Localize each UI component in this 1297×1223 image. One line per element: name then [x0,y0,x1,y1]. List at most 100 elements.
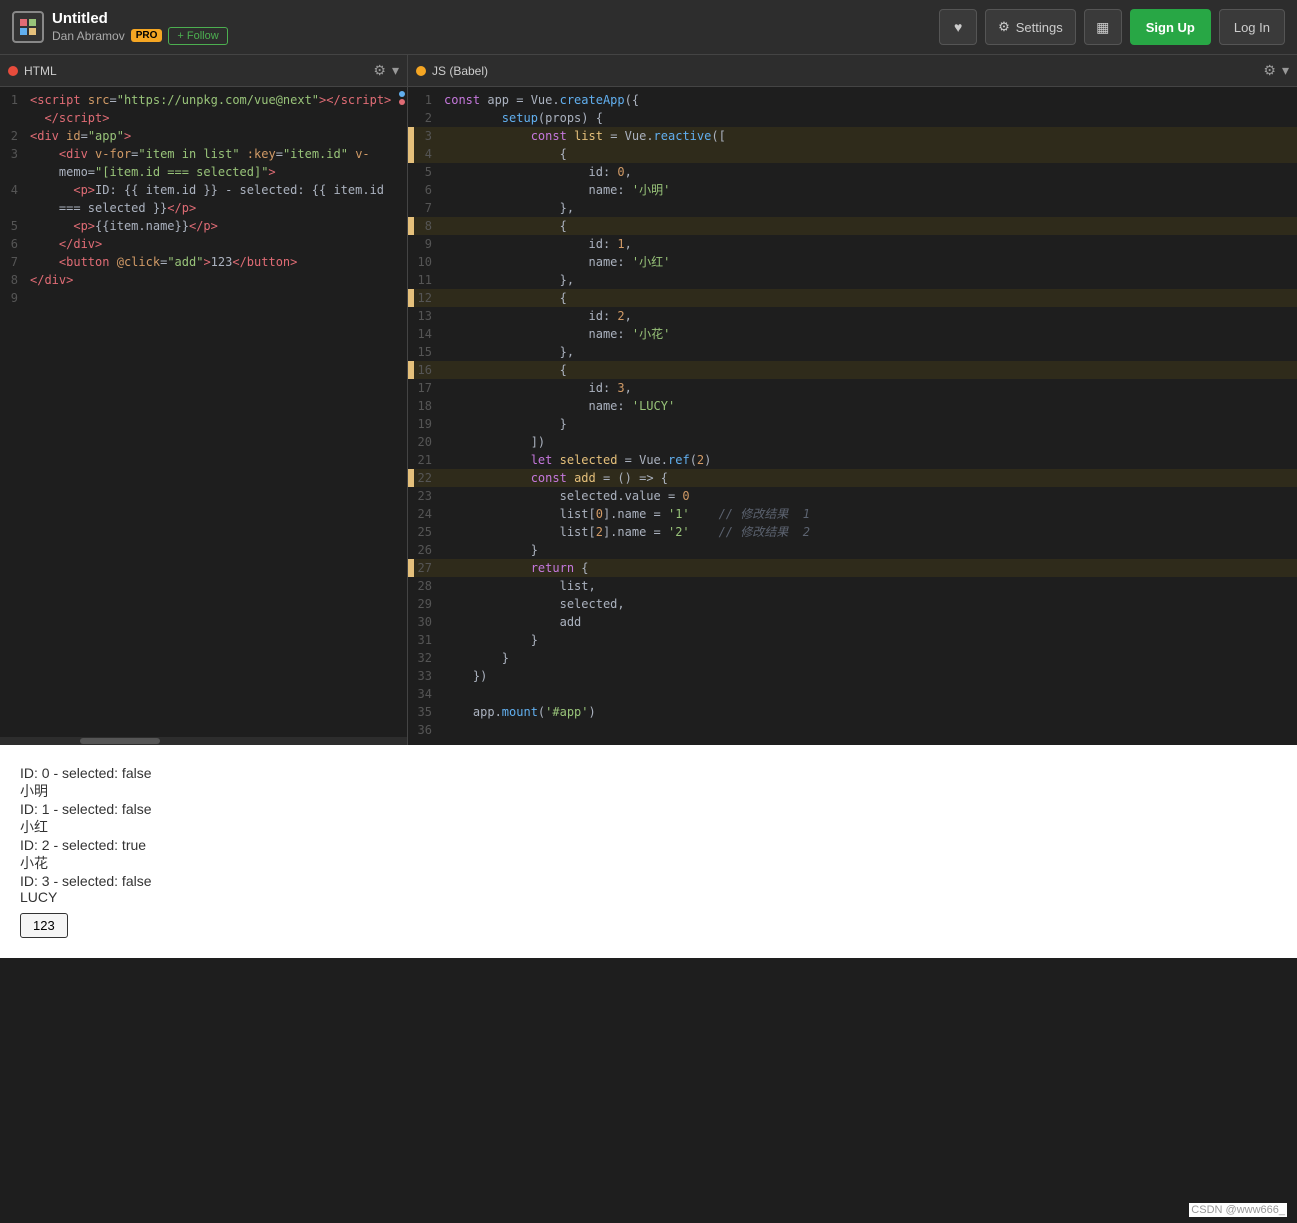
line-content [30,289,407,307]
html-collapse-btn[interactable]: ▾ [392,62,399,79]
editor-container: HTML ⚙ ▾ 1<script src="https://unpkg.com… [0,55,1297,745]
line-number: 10 [414,253,444,271]
grid-button[interactable]: ▦ [1084,9,1122,45]
code-line: memo="[item.id === selected]"> [0,163,407,181]
heart-button[interactable]: ♥ [939,9,977,45]
code-line: 1<script src="https://unpkg.com/vue@next… [0,91,407,109]
code-line: 16 { [408,361,1297,379]
code-line: 9 id: 1, [408,235,1297,253]
code-line: 9 [0,289,407,307]
line-number: 35 [414,703,444,721]
line-number: 9 [0,289,30,307]
code-line: 34 [408,685,1297,703]
js-code-area[interactable]: 1const app = Vue.createApp({2 setup(prop… [408,87,1297,745]
settings-button[interactable]: ⚙ Settings [985,9,1076,45]
code-line: 29 selected, [408,595,1297,613]
line-content: <div v-for="item in list" :key="item.id"… [30,145,407,163]
line-number: 8 [0,271,30,289]
line-content: name: 'LUCY' [444,397,1297,415]
line-content: } [444,541,1297,559]
line-content: }) [444,667,1297,685]
code-line: 23 selected.value = 0 [408,487,1297,505]
code-line: 2<div id="app"> [0,127,407,145]
line-number: 22 [414,469,444,487]
preview-item-id: ID: 0 - selected: false [20,765,1277,781]
line-number: 23 [414,487,444,505]
line-number: 27 [414,559,444,577]
code-line: 24 list[0].name = '1' // 修改结果 1 [408,505,1297,523]
html-label: HTML [24,64,57,78]
code-line: 18 name: 'LUCY' [408,397,1297,415]
html-code-area[interactable]: 1<script src="https://unpkg.com/vue@next… [0,87,407,737]
line-number: 31 [414,631,444,649]
line-content: { [444,361,1297,379]
line-content: memo="[item.id === selected]"> [30,163,407,181]
code-line: </script> [0,109,407,127]
line-number: 15 [414,343,444,361]
html-code-lines: 1<script src="https://unpkg.com/vue@next… [0,91,407,307]
line-number [0,109,30,127]
line-content: { [444,217,1297,235]
line-number: 13 [414,307,444,325]
code-line: 10 name: '小红' [408,253,1297,271]
html-panel-header: HTML ⚙ ▾ [0,55,407,87]
line-content: add [444,613,1297,631]
code-line: 12 { [408,289,1297,307]
line-content: <script src="https://unpkg.com/vue@next"… [30,91,407,109]
line-number: 19 [414,415,444,433]
grid-icon: ▦ [1096,19,1109,36]
line-content: } [444,631,1297,649]
logo-block: Untitled Dan Abramov PRO + Follow [12,10,228,45]
code-line: 11 }, [408,271,1297,289]
line-number: 36 [414,721,444,739]
line-content: }, [444,343,1297,361]
preview-item-id: ID: 1 - selected: false [20,801,1277,817]
code-line: 15 }, [408,343,1297,361]
line-number: 28 [414,577,444,595]
line-content: } [444,649,1297,667]
html-scrollbar[interactable] [0,737,407,745]
header-actions: ♥ ⚙ Settings ▦ Sign Up Log In [939,9,1285,45]
code-line: 22 const add = () => { [408,469,1297,487]
code-line: 3 const list = Vue.reactive([ [408,127,1297,145]
follow-button[interactable]: + Follow [168,27,227,45]
line-content: const list = Vue.reactive([ [444,127,1297,145]
code-line: 32 } [408,649,1297,667]
code-line: 8 { [408,217,1297,235]
line-number: 8 [414,217,444,235]
js-settings-btn[interactable]: ⚙ [1263,62,1276,79]
line-content: const app = Vue.createApp({ [444,91,1297,109]
code-line: 20 ]) [408,433,1297,451]
line-number: 9 [414,235,444,253]
line-content: <p>{{item.name}}</p> [30,217,407,235]
html-panel-title: HTML [8,64,57,78]
code-line: 1const app = Vue.createApp({ [408,91,1297,109]
preview-add-button[interactable]: 123 [20,913,68,938]
html-panel-controls: ⚙ ▾ [373,62,399,79]
html-panel: HTML ⚙ ▾ 1<script src="https://unpkg.com… [0,55,408,745]
line-number: 33 [414,667,444,685]
line-content: { [444,289,1297,307]
line-content: <button @click="add">123</button> [30,253,407,271]
preview-item-name: 小红 [20,817,1277,837]
preview-item-name: 小花 [20,853,1277,873]
login-button[interactable]: Log In [1219,9,1285,45]
line-number: 3 [414,127,444,145]
line-content: name: '小明' [444,181,1297,199]
page-title: Untitled [52,10,228,27]
line-number: 4 [0,181,30,199]
signup-button[interactable]: Sign Up [1130,9,1211,45]
js-collapse-btn[interactable]: ▾ [1282,62,1289,79]
code-line: 3 <div v-for="item in list" :key="item.i… [0,145,407,163]
line-number: 1 [414,91,444,109]
code-line: 28 list, [408,577,1297,595]
logo-icon [12,11,44,43]
line-number: 5 [414,163,444,181]
line-content: list, [444,577,1297,595]
html-scrollbar-thumb[interactable] [80,738,160,744]
js-code-lines: 1const app = Vue.createApp({2 setup(prop… [408,91,1297,739]
html-settings-btn[interactable]: ⚙ [373,62,386,79]
line-number: 29 [414,595,444,613]
code-line: 14 name: '小花' [408,325,1297,343]
line-content: </div> [30,235,407,253]
